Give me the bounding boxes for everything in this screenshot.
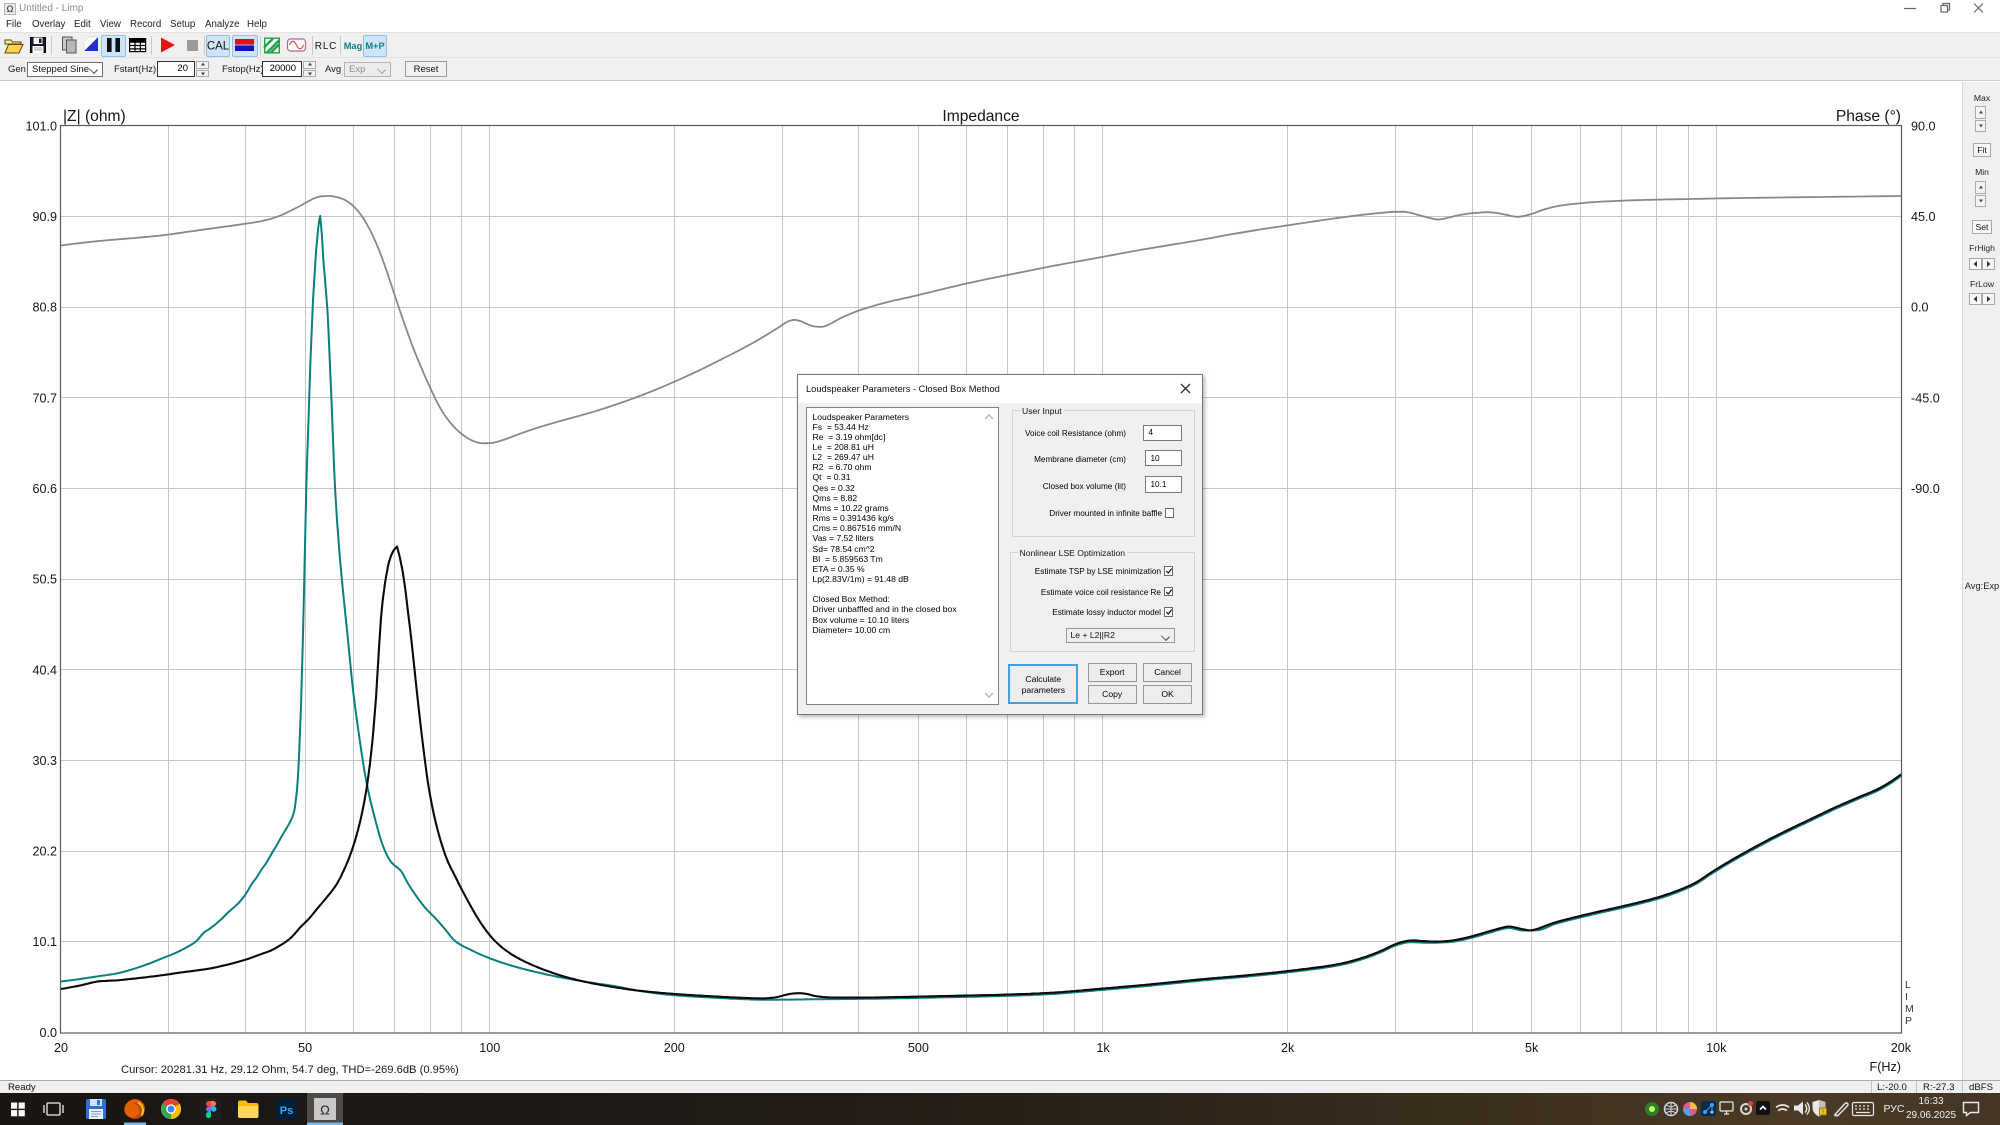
svg-text:L: L bbox=[1905, 979, 1911, 991]
svg-text:-90.0: -90.0 bbox=[1911, 482, 1940, 496]
svg-text:500: 500 bbox=[908, 1041, 929, 1055]
svg-text:200: 200 bbox=[664, 1041, 685, 1055]
svg-text:101.0: 101.0 bbox=[25, 119, 57, 133]
svg-text:Ps: Ps bbox=[280, 1105, 293, 1117]
svg-text:1k: 1k bbox=[1096, 1041, 1110, 1055]
svg-text:5k: 5k bbox=[1525, 1041, 1539, 1055]
svg-text:100: 100 bbox=[479, 1041, 500, 1055]
svg-text:50.5: 50.5 bbox=[32, 573, 57, 587]
svg-text:70.7: 70.7 bbox=[32, 391, 57, 405]
svg-text:-45.0: -45.0 bbox=[1911, 391, 1940, 405]
svg-text:80.8: 80.8 bbox=[32, 301, 57, 315]
svg-text:45.0: 45.0 bbox=[1911, 210, 1936, 224]
svg-text:30.3: 30.3 bbox=[32, 754, 57, 768]
svg-text:20: 20 bbox=[54, 1041, 68, 1055]
svg-text:20.2: 20.2 bbox=[32, 845, 57, 859]
svg-text:F(Hz): F(Hz) bbox=[1870, 1060, 1901, 1074]
svg-text:40.4: 40.4 bbox=[32, 663, 57, 677]
svg-text:!: ! bbox=[1822, 1109, 1824, 1116]
svg-text:10k: 10k bbox=[1706, 1041, 1727, 1055]
svg-text:90.9: 90.9 bbox=[32, 210, 57, 224]
svg-text:CAL: CAL bbox=[207, 41, 230, 53]
svg-text:P: P bbox=[1905, 1015, 1912, 1027]
svg-text:Cursor: 20281.31 Hz, 29.12 Ohm: Cursor: 20281.31 Hz, 29.12 Ohm, 54.7 deg… bbox=[121, 1064, 459, 1076]
svg-text:50: 50 bbox=[298, 1041, 312, 1055]
svg-text:M+P: M+P bbox=[365, 41, 384, 51]
svg-text:0.0: 0.0 bbox=[1911, 301, 1929, 315]
svg-text:Ω: Ω bbox=[320, 1103, 330, 1118]
svg-text:Mag: Mag bbox=[344, 41, 363, 51]
svg-text:60.6: 60.6 bbox=[32, 482, 57, 496]
svg-text:Phase (°): Phase (°) bbox=[1836, 108, 1901, 125]
svg-text:20k: 20k bbox=[1891, 1041, 1912, 1055]
svg-text:|Z| (ohm): |Z| (ohm) bbox=[63, 108, 126, 125]
svg-text:90.0: 90.0 bbox=[1911, 119, 1936, 133]
svg-text:10.1: 10.1 bbox=[32, 935, 57, 949]
svg-text:0.0: 0.0 bbox=[39, 1026, 57, 1040]
svg-text:Impedance: Impedance bbox=[942, 108, 1019, 125]
svg-text:M: M bbox=[1905, 1003, 1914, 1015]
svg-text:I: I bbox=[1905, 991, 1908, 1003]
svg-text:RLC: RLC bbox=[315, 41, 337, 52]
svg-text:2k: 2k bbox=[1281, 1041, 1295, 1055]
